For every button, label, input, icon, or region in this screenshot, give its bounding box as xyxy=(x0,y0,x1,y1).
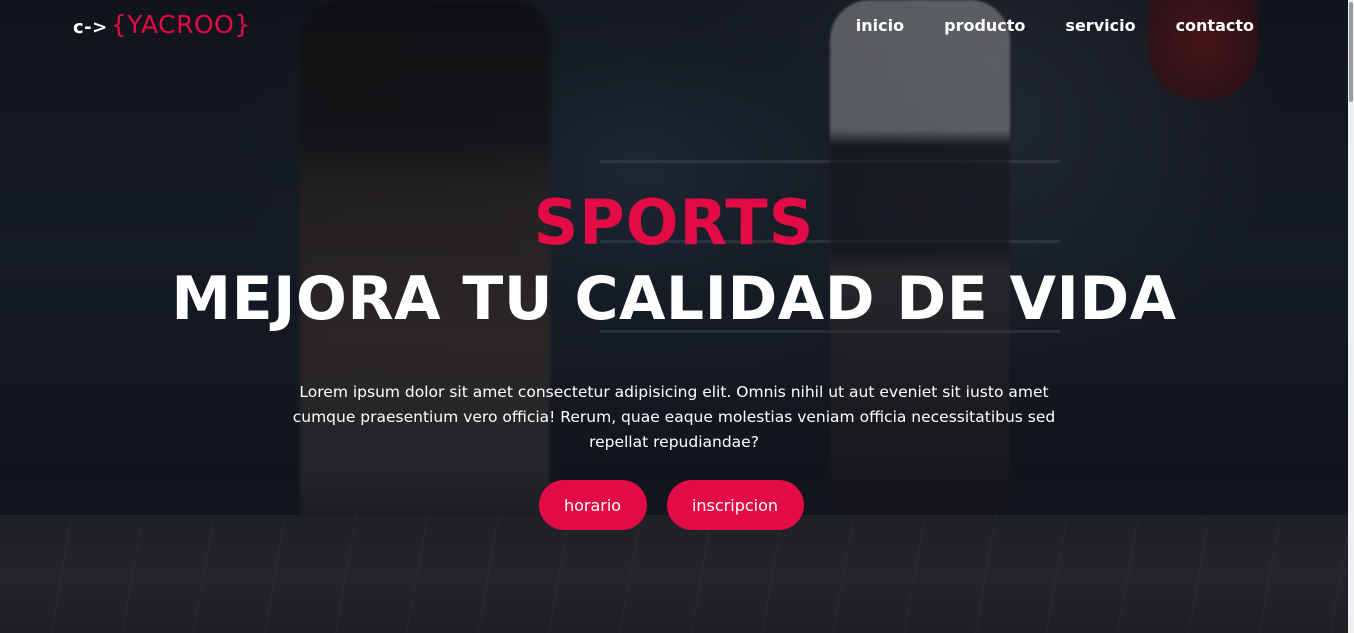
logo-prefix: c-> xyxy=(73,17,108,38)
hero-subtitle: MEJORA TU CALIDAD DE VIDA xyxy=(171,264,1177,334)
inscripcion-button[interactable]: inscripcion xyxy=(666,480,804,530)
logo-name: {YACROO} xyxy=(110,10,251,39)
site-header: c-> {YACROO} inicio producto servicio co… xyxy=(0,0,1348,56)
page: c-> {YACROO} inicio producto servicio co… xyxy=(0,0,1354,633)
hero-description: Lorem ipsum dolor sit amet consectetur a… xyxy=(292,383,1056,451)
logo[interactable]: c-> {YACROO} xyxy=(73,10,251,39)
horario-button[interactable]: horario xyxy=(538,480,647,530)
scrollbar-thumb[interactable] xyxy=(1349,2,1353,102)
main-nav: inicio producto servicio contacto xyxy=(856,16,1254,35)
hero-buttons: horario inscripcion xyxy=(0,480,1348,530)
hero-title: SPORTS xyxy=(533,186,815,259)
scrollbar[interactable] xyxy=(1348,0,1354,633)
nav-link-contacto[interactable]: contacto xyxy=(1176,16,1254,35)
nav-link-servicio[interactable]: servicio xyxy=(1065,16,1135,35)
nav-link-inicio[interactable]: inicio xyxy=(856,16,904,35)
nav-link-producto[interactable]: producto xyxy=(944,16,1025,35)
